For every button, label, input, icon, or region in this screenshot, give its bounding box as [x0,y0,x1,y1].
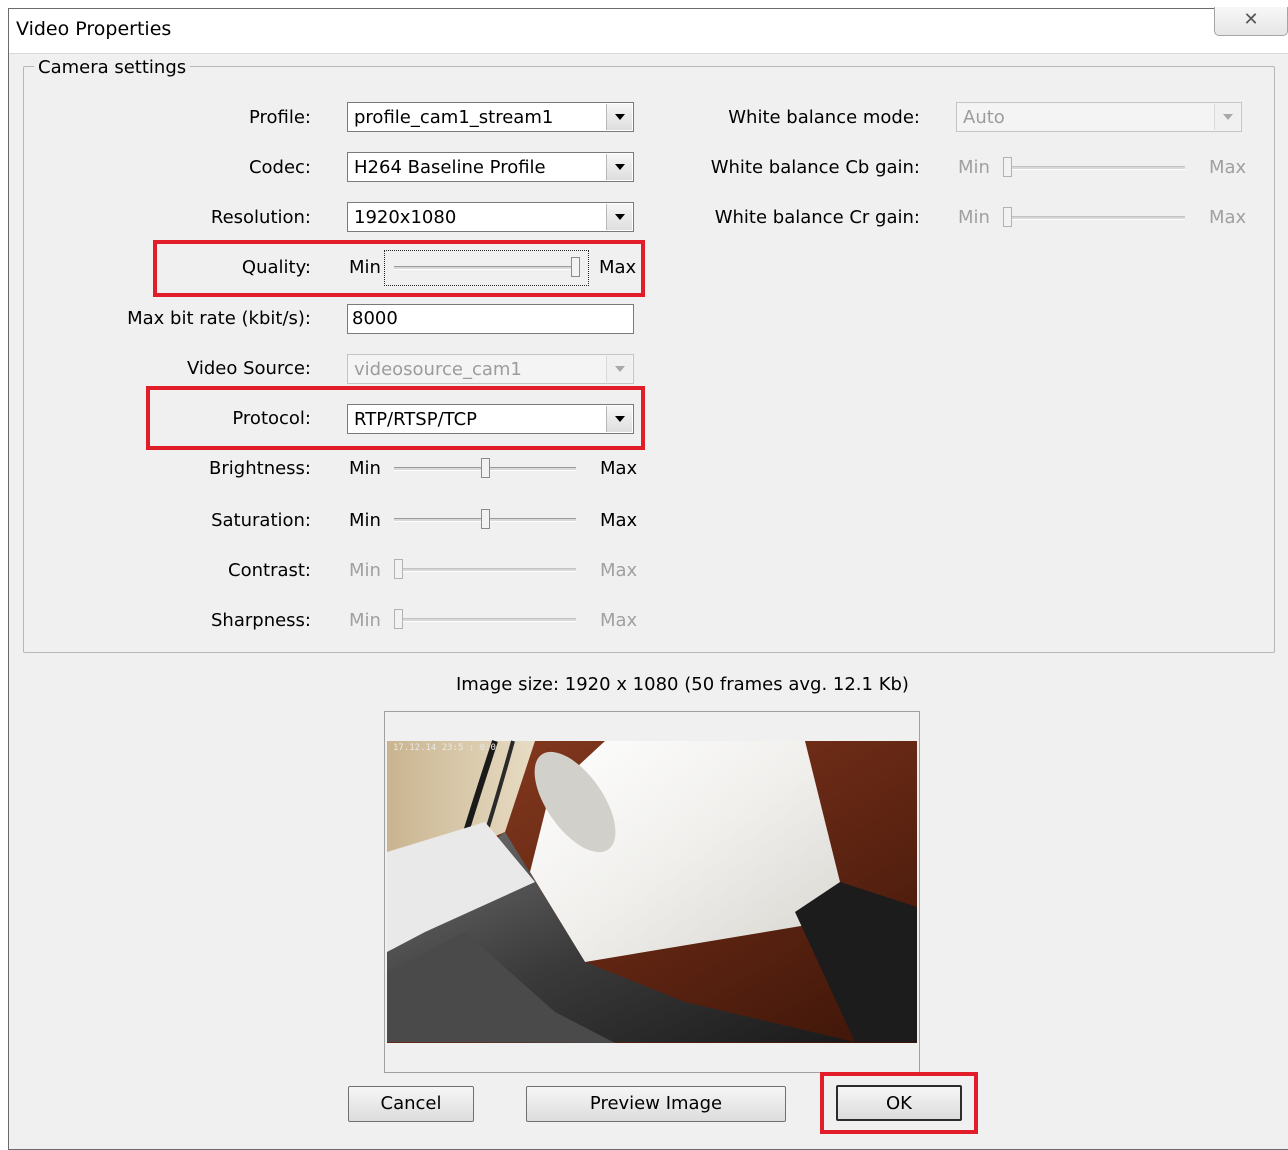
profile-label: Profile: [248,107,311,128]
sharpness-label: Sharpness: [211,610,311,631]
wb-mode-dropdown-button [1214,104,1240,130]
wb-cb-max-label: Max [1209,157,1247,178]
cancel-button[interactable]: Cancel [348,1086,474,1122]
resolution-dropdown-button[interactable] [606,204,632,230]
sharpness-slider-thumb [394,609,403,629]
resolution-label: Resolution: [210,207,311,228]
preview-image-button[interactable]: Preview Image [526,1086,786,1122]
image-size-text: Image size: 1920 x 1080 (50 frames avg. … [456,674,909,695]
sharpness-max-label: Max [600,610,638,631]
title-bar: Video Properties ✕ [9,7,1288,54]
preview-timestamp-overlay: 17.12.14 23:5 : 0:0 [393,743,496,753]
wb-cb-min-label: Min [958,157,990,178]
saturation-slider[interactable] [394,506,576,534]
wb-cb-slider-thumb [1003,157,1012,177]
contrast-label: Contrast: [228,560,311,581]
video-source-value: videosource_cam1 [354,359,522,380]
codec-select[interactable]: H264 Baseline Profile [347,152,634,182]
camera-settings-legend: Camera settings [34,57,191,78]
sharpness-slider-track [394,618,576,622]
image-preview-frame: 17.12.14 23:5 : 0:0 [384,711,920,1073]
saturation-min-label: Min [349,510,381,531]
brightness-min-label: Min [349,458,381,479]
brightness-label: Brightness: [209,458,311,479]
contrast-slider-track [394,568,576,572]
wb-cb-label: White balance Cb gain: [710,157,920,178]
wb-mode-select: Auto [956,102,1242,132]
sharpness-min-label: Min [349,610,381,631]
wb-cr-slider-thumb [1003,207,1012,227]
video-source-select: videosource_cam1 [347,354,634,384]
resolution-select[interactable]: 1920x1080 [347,202,634,232]
chevron-down-icon [615,164,625,170]
chevron-down-icon [1223,114,1233,120]
saturation-label: Saturation: [211,510,311,531]
close-icon: ✕ [1243,9,1259,30]
saturation-slider-thumb[interactable] [481,509,490,529]
wb-cr-label: White balance Cr gain: [714,207,920,228]
codec-label: Codec: [248,157,311,178]
codec-value: H264 Baseline Profile [354,157,546,178]
ok-highlight-box [820,1072,978,1134]
camera-preview-image: 17.12.14 23:5 : 0:0 [387,740,917,1043]
brightness-slider-thumb[interactable] [481,458,490,478]
max-bitrate-input[interactable]: 8000 [347,304,634,334]
wb-cr-max-label: Max [1209,207,1247,228]
wb-cb-slider [1003,154,1185,182]
contrast-min-label: Min [349,560,381,581]
close-button[interactable]: ✕ [1214,7,1288,36]
contrast-slider-thumb [394,559,403,579]
contrast-max-label: Max [600,560,638,581]
max-bitrate-value: 8000 [352,308,398,329]
wb-cr-min-label: Min [958,207,990,228]
chevron-down-icon [615,366,625,372]
wb-cr-slider-track [1003,216,1185,220]
wb-cr-slider [1003,204,1185,232]
video-source-label: Video Source: [186,358,311,379]
profile-select[interactable]: profile_cam1_stream1 [347,102,634,132]
brightness-slider[interactable] [394,455,576,483]
codec-dropdown-button[interactable] [606,154,632,180]
sharpness-slider [394,606,576,634]
video-source-dropdown-button [606,356,632,382]
window-title: Video Properties [16,18,172,40]
quality-highlight-box [153,240,645,297]
chevron-down-icon [615,114,625,120]
chevron-down-icon [615,214,625,220]
profile-dropdown-button[interactable] [606,104,632,130]
protocol-highlight-box [146,386,645,450]
resolution-value: 1920x1080 [354,207,457,228]
wb-mode-value: Auto [963,107,1005,128]
brightness-max-label: Max [600,458,638,479]
profile-value: profile_cam1_stream1 [354,107,554,128]
max-bitrate-label: Max bit rate (kbit/s): [127,308,311,329]
saturation-max-label: Max [600,510,638,531]
wb-cb-slider-track [1003,166,1185,170]
wb-mode-label: White balance mode: [728,107,920,128]
contrast-slider [394,556,576,584]
